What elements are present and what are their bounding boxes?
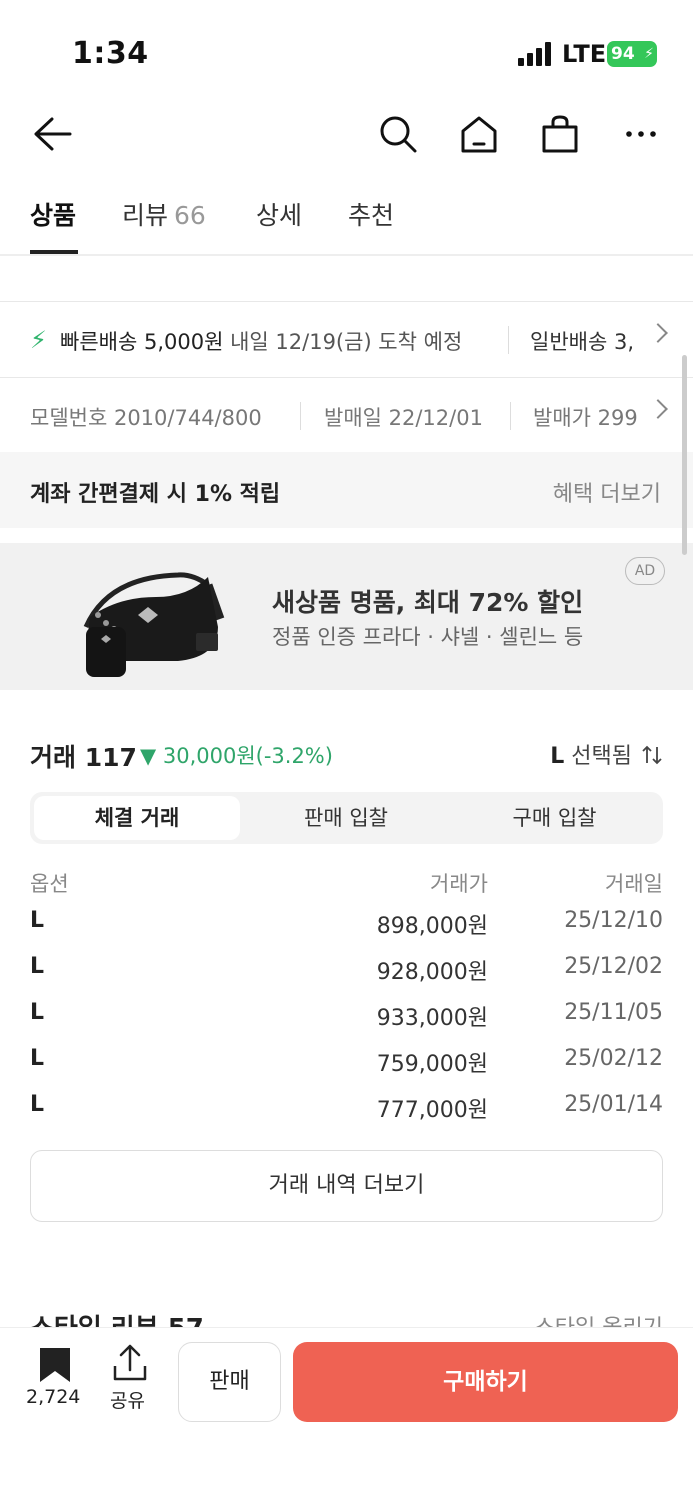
share-label[interactable]: 공유 xyxy=(110,1386,145,1413)
nav-bar xyxy=(0,100,693,170)
scrollbar[interactable] xyxy=(682,355,687,555)
buy-button[interactable]: 구매하기 xyxy=(293,1342,678,1422)
option-selector[interactable]: L 선택됨 xyxy=(550,738,663,770)
column-option: 옵션 xyxy=(30,872,69,896)
shopping-bag-icon[interactable] xyxy=(536,110,584,158)
fast-delivery-label: 빠른배송 5,000원 xyxy=(60,330,224,354)
normal-delivery-label: 일반배송 3, xyxy=(530,330,634,354)
status-bar: 1:34 LTE 94 ⚡ xyxy=(0,0,693,100)
release-price: 발매가 299 xyxy=(533,406,638,430)
network-label: LTE xyxy=(562,40,607,68)
delivery-row[interactable]: ⚡ 빠른배송 5,000원 내일 12/19(금) 도착 예정 일반배송 3, xyxy=(0,302,693,378)
selected-size: L xyxy=(550,744,565,769)
row-price: 928,000원 xyxy=(376,960,488,985)
fast-delivery: 빠른배송 5,000원 내일 12/19(금) 도착 예정 xyxy=(60,326,462,356)
tab-detail[interactable]: 상세 xyxy=(256,196,302,232)
row-option: L xyxy=(30,908,45,933)
row-option: L xyxy=(30,1000,45,1025)
column-price: 거래가 xyxy=(430,872,488,896)
ad-subtitle: 정품 인증 프라다 · 샤넬 · 셀린느 등 xyxy=(272,625,584,649)
divider xyxy=(508,326,509,354)
row-date: 25/11/05 xyxy=(564,1000,663,1025)
table-row: L 928,000원 25/12/02 xyxy=(30,948,663,994)
style-review-title: 스타일 리뷰 57 xyxy=(30,1314,204,1328)
style-review-header: 스타일 리뷰 57 스타일 올리기 xyxy=(30,1314,663,1328)
battery-icon: 94 ⚡ xyxy=(607,41,657,67)
row-option: L xyxy=(30,954,45,979)
ad-title: 새상품 명품, 최대 72% 할인 xyxy=(272,588,584,617)
fast-delivery-eta: 내일 12/19(금) 도착 예정 xyxy=(230,330,463,354)
chevron-right-icon xyxy=(648,399,668,419)
row-price: 898,000원 xyxy=(376,914,488,939)
bottom-action-bar: 2,724 공유 판매 구매하기 xyxy=(0,1327,693,1500)
segment-buy-bids[interactable]: 구매 입찰 xyxy=(450,796,659,840)
style-upload-link[interactable]: 스타일 올리기 xyxy=(535,1314,663,1328)
row-price: 759,000원 xyxy=(376,1052,488,1077)
benefit-row: 계좌 간편결제 시 1% 적립 혜택 더보기 xyxy=(0,452,693,528)
row-date: 25/12/02 xyxy=(564,954,663,979)
chevron-right-icon xyxy=(648,323,668,343)
row-price: 777,000원 xyxy=(376,1098,488,1123)
review-count: 66 xyxy=(174,201,206,230)
segment-sell-bids[interactable]: 판매 입찰 xyxy=(244,796,448,840)
charging-icon: ⚡ xyxy=(644,46,654,62)
lightning-icon: ⚡ xyxy=(30,326,47,354)
ad-banner[interactable]: 새상품 명품, 최대 72% 할인 정품 인증 프라다 · 샤넬 · 셀린느 등… xyxy=(0,543,693,690)
table-row: L 933,000원 25/11/05 xyxy=(30,994,663,1040)
column-date: 거래일 xyxy=(605,872,663,896)
bookmark-icon[interactable] xyxy=(38,1346,72,1384)
down-triangle-icon: ▼ xyxy=(140,744,157,768)
price-change-value: 30,000원(-3.2%) xyxy=(162,744,333,768)
tab-review-label: 리뷰 xyxy=(122,201,169,230)
table-row: L 759,000원 25/02/12 xyxy=(30,1040,663,1086)
release-date: 발매일 22/12/01 xyxy=(324,406,483,430)
more-options-icon[interactable] xyxy=(617,110,665,158)
segment-executed-trades[interactable]: 체결 거래 xyxy=(34,796,240,840)
tab-bar: 상품 리뷰 66 상세 추천 xyxy=(0,178,693,256)
row-option: L xyxy=(30,1046,45,1071)
tab-recommend[interactable]: 추천 xyxy=(348,196,394,232)
tab-review[interactable]: 리뷰 66 xyxy=(122,196,206,232)
row-option: L xyxy=(30,1092,45,1117)
trade-header: 거래 117 ▼ 30,000원(-3.2%) L 선택됨 xyxy=(30,738,663,772)
tab-recommend-label: 추천 xyxy=(348,201,395,230)
divider xyxy=(510,402,511,430)
tab-detail-label: 상세 xyxy=(256,201,303,230)
product-info-row[interactable]: 모델번호 2010/744/800 발매일 22/12/01 발매가 299 xyxy=(0,378,693,452)
row-date: 25/02/12 xyxy=(564,1046,663,1071)
table-header: 옵션 거래가 거래일 xyxy=(30,862,663,902)
tab-product-label: 상품 xyxy=(30,201,77,230)
trade-title: 거래 117 xyxy=(30,743,137,772)
trade-history-more-button[interactable]: 거래 내역 더보기 xyxy=(30,1150,663,1222)
share-icon[interactable] xyxy=(112,1344,148,1382)
table-row: L 898,000원 25/12/10 xyxy=(30,902,663,948)
divider xyxy=(300,402,301,430)
tab-product[interactable]: 상품 xyxy=(30,196,76,232)
model-number: 모델번호 2010/744/800 xyxy=(30,406,262,430)
search-icon[interactable] xyxy=(374,110,422,158)
option-selected-label: 선택됨 xyxy=(571,744,632,769)
benefit-title: 계좌 간편결제 시 1% 적립 xyxy=(30,482,281,507)
trade-type-segmented-control: 체결 거래 판매 입찰 구매 입찰 xyxy=(30,792,663,844)
signal-icon xyxy=(518,42,552,66)
status-time: 1:34 xyxy=(72,36,149,71)
benefit-more-link[interactable]: 혜택 더보기 xyxy=(553,476,661,508)
trade-table: 옵션 거래가 거래일 L 898,000원 25/12/10 L 928,000… xyxy=(30,862,663,1132)
row-date: 25/01/14 xyxy=(564,1092,663,1117)
back-arrow-icon[interactable] xyxy=(28,110,76,158)
row-price: 933,000원 xyxy=(376,1006,488,1031)
battery-level: 94 xyxy=(611,44,635,64)
home-icon[interactable] xyxy=(455,110,503,158)
row-date: 25/12/10 xyxy=(564,908,663,933)
sort-arrows-icon xyxy=(642,745,662,765)
ad-badge: AD xyxy=(625,557,665,585)
table-row: L 777,000원 25/01/14 xyxy=(30,1086,663,1132)
handbag-image xyxy=(83,572,225,677)
active-tab-indicator xyxy=(30,250,78,254)
sell-button[interactable]: 판매 xyxy=(178,1342,281,1422)
price-change: ▼ 30,000원(-3.2%) xyxy=(140,740,333,770)
bookmark-count: 2,724 xyxy=(26,1386,81,1408)
